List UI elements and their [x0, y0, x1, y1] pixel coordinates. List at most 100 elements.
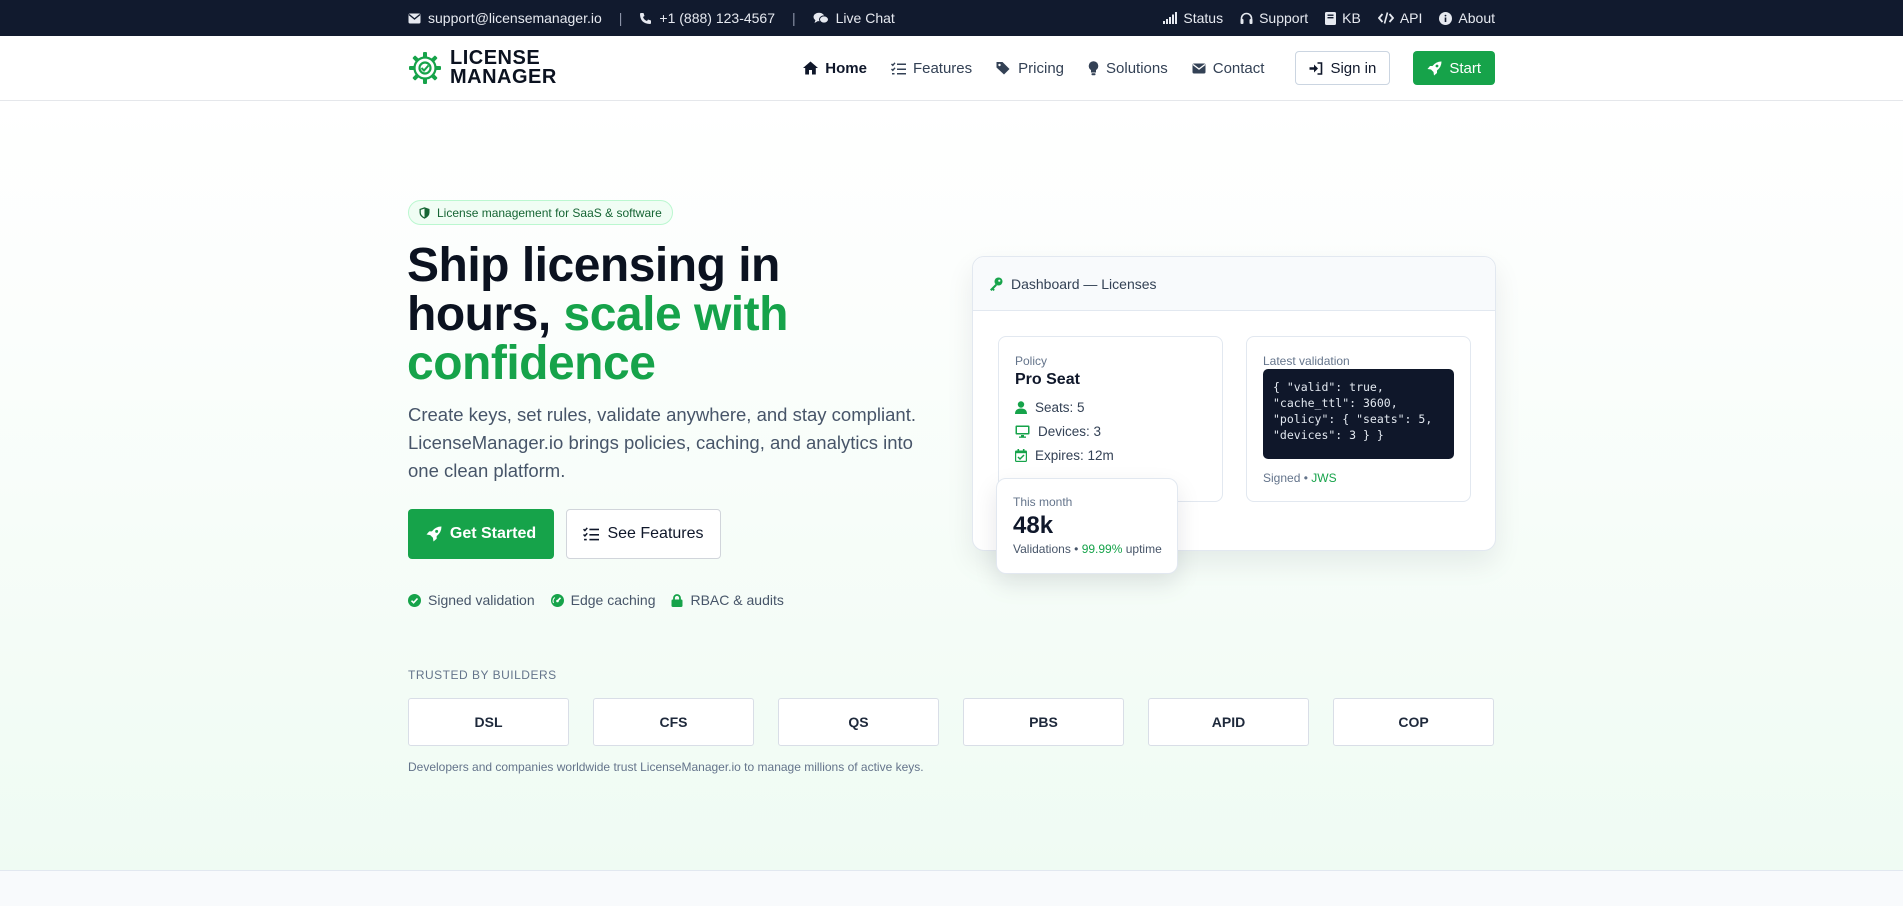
live-chat-link[interactable]: Live Chat: [813, 10, 895, 26]
home-icon: [803, 61, 819, 75]
phone-link[interactable]: +1 (888) 123-4567: [639, 10, 775, 26]
logo-qs: QS: [778, 698, 939, 746]
logo-dsl: DSL: [408, 698, 569, 746]
separator: |: [792, 10, 796, 26]
month-label: This month: [1013, 495, 1073, 509]
about-link[interactable]: About: [1439, 10, 1495, 26]
feature-label: RBAC & audits: [690, 592, 784, 608]
hero-subtext: Create keys, set rules, validate anywher…: [408, 404, 916, 481]
signed-line: Signed • JWS: [1263, 471, 1454, 485]
dashboard-header: Dashboard — Licenses: [973, 257, 1495, 311]
headset-icon: [1240, 12, 1253, 24]
lock-icon: [671, 593, 683, 607]
nav-features[interactable]: Features: [890, 59, 973, 77]
status-link[interactable]: Status: [1163, 10, 1223, 26]
support-text: Support: [1259, 10, 1309, 26]
nav-contact-label: Contact: [1212, 59, 1265, 77]
lightbulb-icon: [1088, 60, 1099, 75]
nav-pricing[interactable]: Pricing: [996, 60, 1064, 77]
expires-text: Expires: 12m: [1035, 447, 1114, 463]
api-text: API: [1399, 10, 1423, 26]
tag-icon: [996, 62, 1010, 75]
trusted-label: TRUSTED BY BUILDERS: [408, 668, 557, 682]
start-button[interactable]: Start: [1413, 51, 1495, 85]
sign-in-icon: [1309, 61, 1323, 75]
signed-prefix: Signed •: [1263, 471, 1308, 485]
signal-icon: [1163, 12, 1178, 24]
policy-label: Policy: [1015, 354, 1048, 368]
main-nav: LICENSE MANAGER Home Features Pricing So…: [0, 36, 1903, 101]
about-text: About: [1458, 10, 1495, 26]
kb-link[interactable]: KB: [1325, 10, 1361, 26]
logo-pbs: PBS: [963, 698, 1124, 746]
nav-contact[interactable]: Contact: [1192, 59, 1265, 77]
separator: |: [618, 10, 623, 26]
nav-features-label: Features: [912, 59, 973, 77]
phone-text: +1 (888) 123-4567: [659, 10, 775, 26]
feature-label: Signed validation: [428, 592, 535, 608]
devices-text: Devices: 3: [1038, 423, 1102, 439]
month-sub-suffix: uptime: [1125, 542, 1162, 556]
signin-button[interactable]: Sign in: [1295, 51, 1391, 85]
seats-text: Seats: 5: [1035, 399, 1085, 415]
see-features-label: See Features: [607, 525, 704, 542]
uptime-value: 99.99%: [1081, 542, 1123, 556]
trusted-note: Developers and companies worldwide trust…: [408, 760, 924, 774]
hero-feature-list: Signed validation Edge caching RBAC & au…: [408, 592, 784, 608]
live-chat-text: Live Chat: [835, 10, 895, 26]
policy-seats: Seats: 5: [1015, 395, 1206, 419]
next-section-edge: [0, 871, 1903, 906]
support-link[interactable]: Support: [1240, 10, 1308, 26]
month-sub-prefix: Validations •: [1013, 542, 1079, 556]
month-sub: Validations • 99.99% uptime: [1013, 542, 1162, 556]
kb-text: KB: [1342, 10, 1361, 26]
policy-name: Pro Seat: [1015, 371, 1080, 388]
envelope-icon: [1192, 63, 1206, 73]
nav-home-label: Home: [825, 59, 867, 77]
get-started-label: Get Started: [449, 525, 537, 542]
email-link[interactable]: support@licensemanager.io: [408, 10, 602, 26]
top-bar: support@licensemanager.io | +1 (888) 123…: [0, 0, 1903, 36]
email-text: support@licensemanager.io: [428, 10, 602, 26]
feature-edge-caching: Edge caching: [550, 592, 656, 608]
see-features-button[interactable]: See Features: [566, 509, 721, 559]
book-icon: [1325, 11, 1337, 25]
list-check-icon: [583, 527, 600, 541]
month-value: 48k: [1013, 512, 1054, 539]
calendar-check-icon: [1015, 448, 1027, 462]
envelope-icon: [408, 13, 421, 23]
gauge-icon: [550, 593, 564, 607]
validation-card: Latest validation { "valid": true, "cach…: [1246, 336, 1471, 502]
nav-pricing-label: Pricing: [1018, 59, 1065, 77]
nav-solutions[interactable]: Solutions: [1088, 60, 1168, 77]
logo-cop: COP: [1333, 698, 1494, 746]
chat-icon: [813, 12, 829, 24]
key-icon: [990, 277, 1003, 291]
validation-label: Latest validation: [1263, 354, 1350, 368]
hero-section: [0, 101, 1903, 871]
check-circle-icon: [408, 593, 421, 607]
get-started-button[interactable]: Get Started: [408, 509, 554, 559]
logo-apid: APID: [1148, 698, 1309, 746]
shield-icon: [419, 206, 430, 219]
nav-solutions-label: Solutions: [1106, 59, 1168, 77]
user-icon: [1015, 400, 1027, 414]
logo-cfs: CFS: [593, 698, 754, 746]
validation-code: { "valid": true, "cache_ttl": 3600, "pol…: [1263, 369, 1454, 459]
hero-badge-text: License management for SaaS & software: [437, 205, 662, 220]
monitor-icon: [1015, 425, 1030, 438]
api-link[interactable]: API: [1377, 10, 1423, 26]
brand-logo[interactable]: LICENSE MANAGER: [408, 48, 557, 88]
nav-home[interactable]: Home: [803, 60, 867, 77]
signin-label: Sign in: [1330, 59, 1377, 77]
feature-rbac-audits: RBAC & audits: [671, 592, 784, 608]
brand-line-2: MANAGER: [450, 66, 557, 88]
hero-badge: License management for SaaS & software: [408, 200, 673, 225]
trusted-logos: DSL CFS QS PBS APID COP: [408, 698, 1494, 746]
feature-label: Edge caching: [570, 592, 656, 608]
code-icon: [1377, 12, 1394, 24]
signed-method: JWS: [1311, 471, 1337, 485]
brand-name: LICENSE MANAGER: [450, 48, 557, 88]
hero-headline: Ship licensing in hours, scale with conf…: [407, 241, 927, 388]
nav-links: Home Features Pricing Solutions Contact …: [803, 51, 1495, 85]
